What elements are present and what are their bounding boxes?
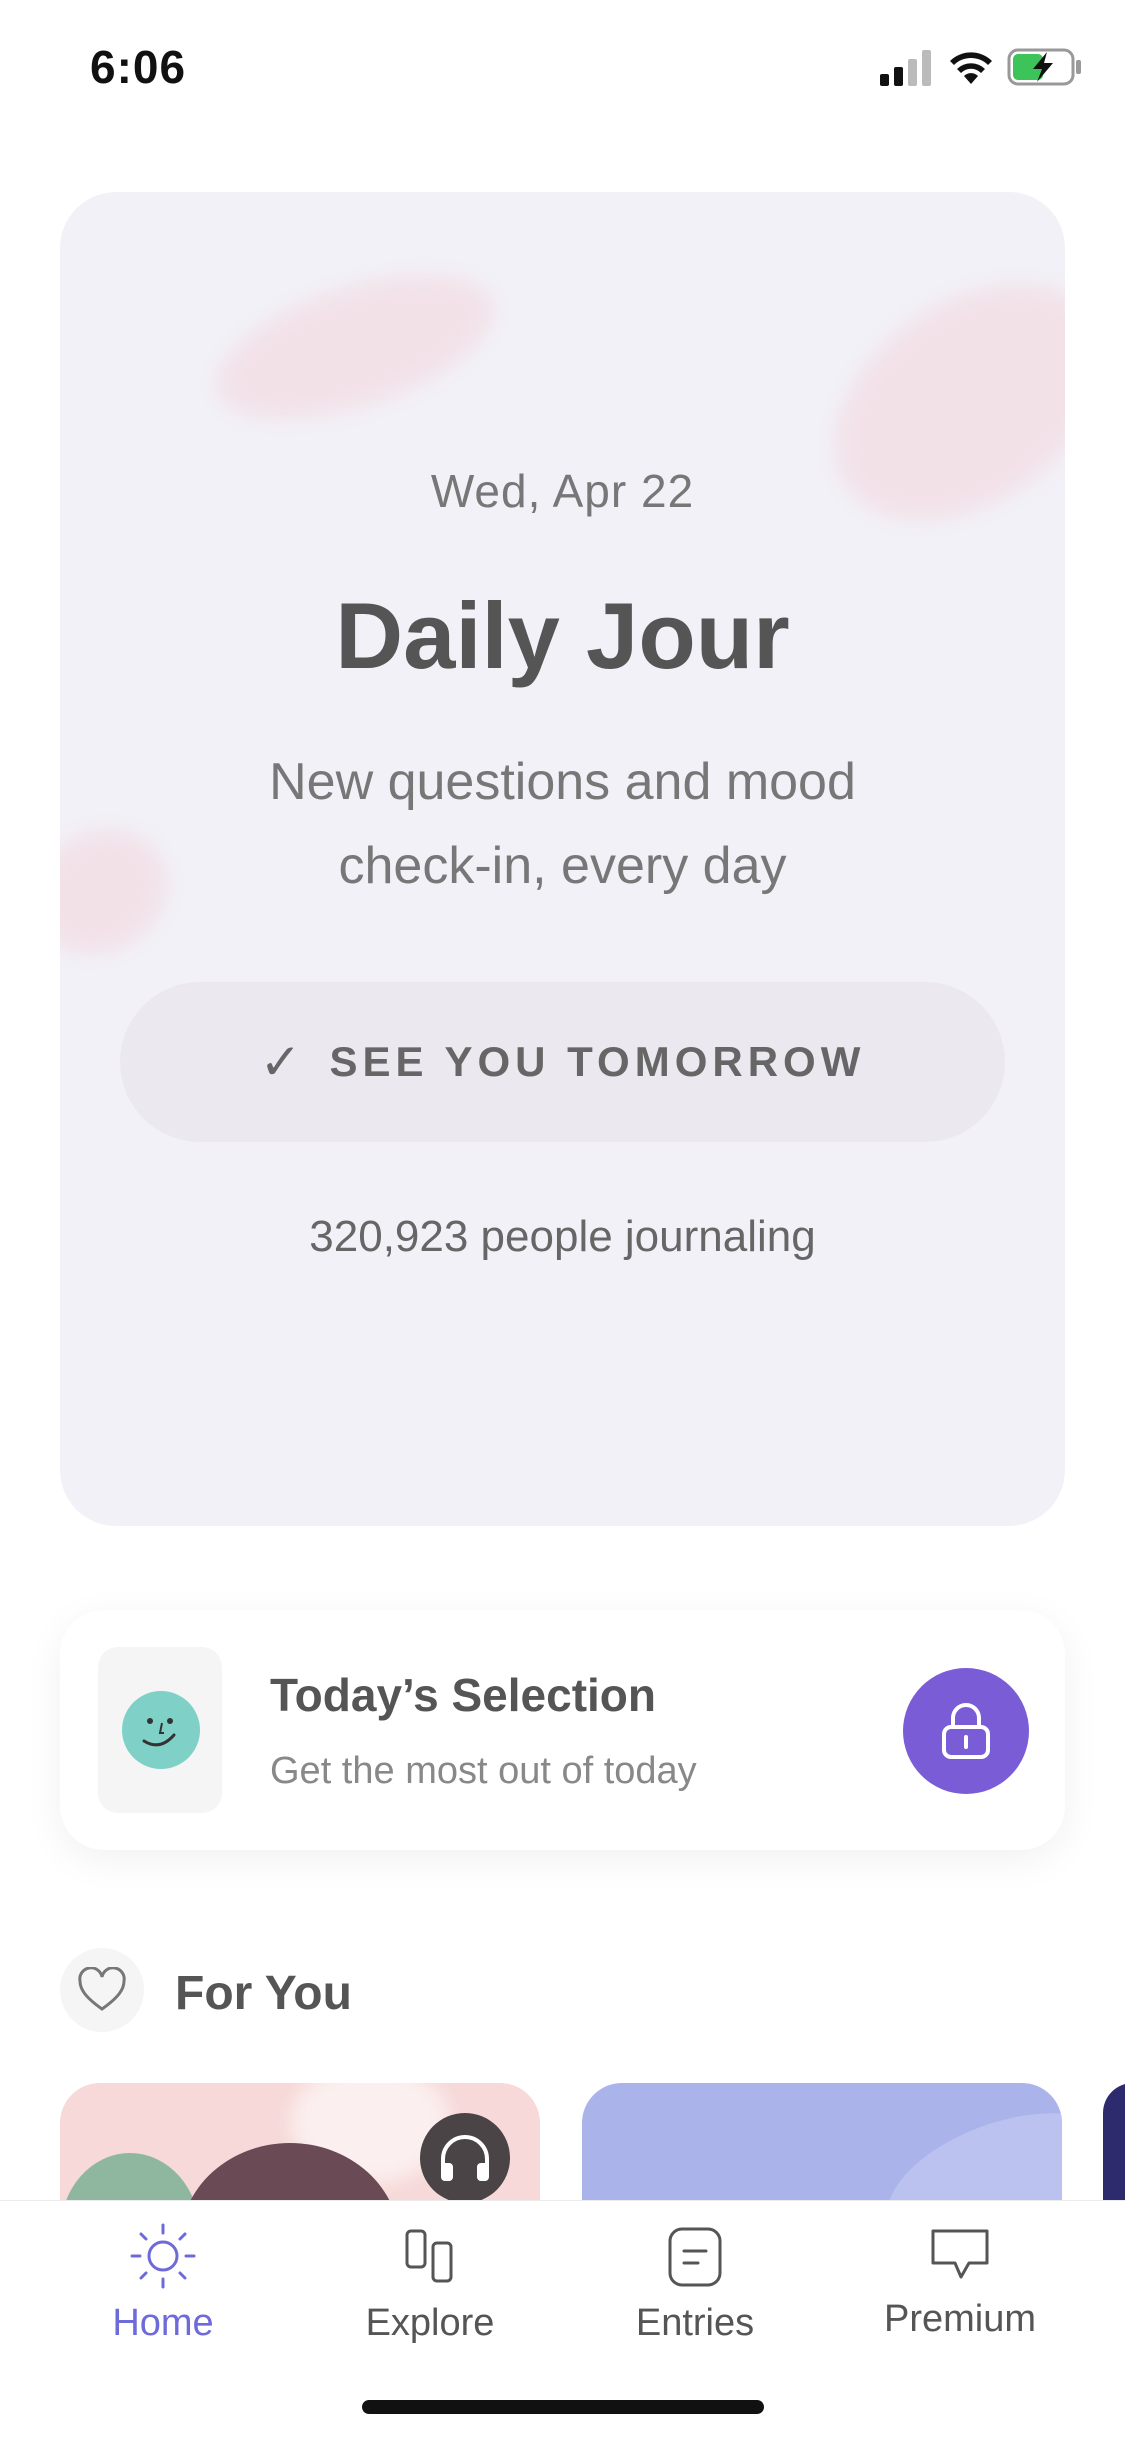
entries-icon <box>668 2227 722 2287</box>
journal-subtitle: New questions and mood check-in, every d… <box>269 753 856 895</box>
tab-premium[interactable]: Premium <box>850 2221 1070 2341</box>
tab-home[interactable]: Home <box>53 2221 273 2345</box>
tab-label: Entries <box>635 2302 755 2344</box>
tab-label: Home <box>112 2302 214 2344</box>
daily-journal-card: Wed, Apr 22 Daily Jour New questions and… <box>60 192 1065 1526</box>
todays-selection-card[interactable]: Today’s Selection Get the most out of to… <box>60 1610 1065 1850</box>
tab-label: Premium <box>883 2298 1037 2340</box>
smiley-face-icon <box>122 1691 200 1769</box>
selection-thumbnail <box>98 1647 222 1813</box>
headphones-button[interactable] <box>420 2113 510 2203</box>
checkmark-icon: ✓ <box>259 1034 302 1090</box>
journal-date: Wed, Apr 22 <box>430 465 695 517</box>
tab-explore[interactable]: Explore <box>320 2221 540 2345</box>
lock-button[interactable] <box>903 1668 1029 1794</box>
heart-icon <box>60 1948 144 2032</box>
lock-icon <box>942 1703 990 1759</box>
tab-entries[interactable]: Entries <box>585 2221 805 2345</box>
wifi-icon <box>950 52 992 84</box>
status-bar: 6:06 <box>0 0 1125 130</box>
headphones-icon <box>441 2135 489 2181</box>
explore-icon <box>405 2229 453 2283</box>
journal-title: Daily Jour <box>335 583 790 688</box>
cta-label: SEE YOU TOMORROW <box>329 1038 866 1085</box>
see-you-tomorrow-button[interactable]: ✓ SEE YOU TOMORROW <box>120 982 1005 1142</box>
selection-title: Today’s Selection <box>270 1669 656 1721</box>
selection-subtitle: Get the most out of today <box>270 1750 697 1792</box>
people-journaling-count: 320,923 people journaling <box>309 1212 816 1261</box>
tab-label: Explore <box>365 2302 495 2344</box>
battery-charging-icon <box>1007 48 1081 86</box>
home-indicator <box>362 2400 764 2414</box>
status-time: 6:06 <box>90 41 187 93</box>
chat-bubble-icon <box>931 2229 989 2279</box>
sun-icon <box>130 2223 196 2289</box>
cellular-signal-icon <box>880 50 931 86</box>
for-you-title: For You <box>175 1967 352 2020</box>
